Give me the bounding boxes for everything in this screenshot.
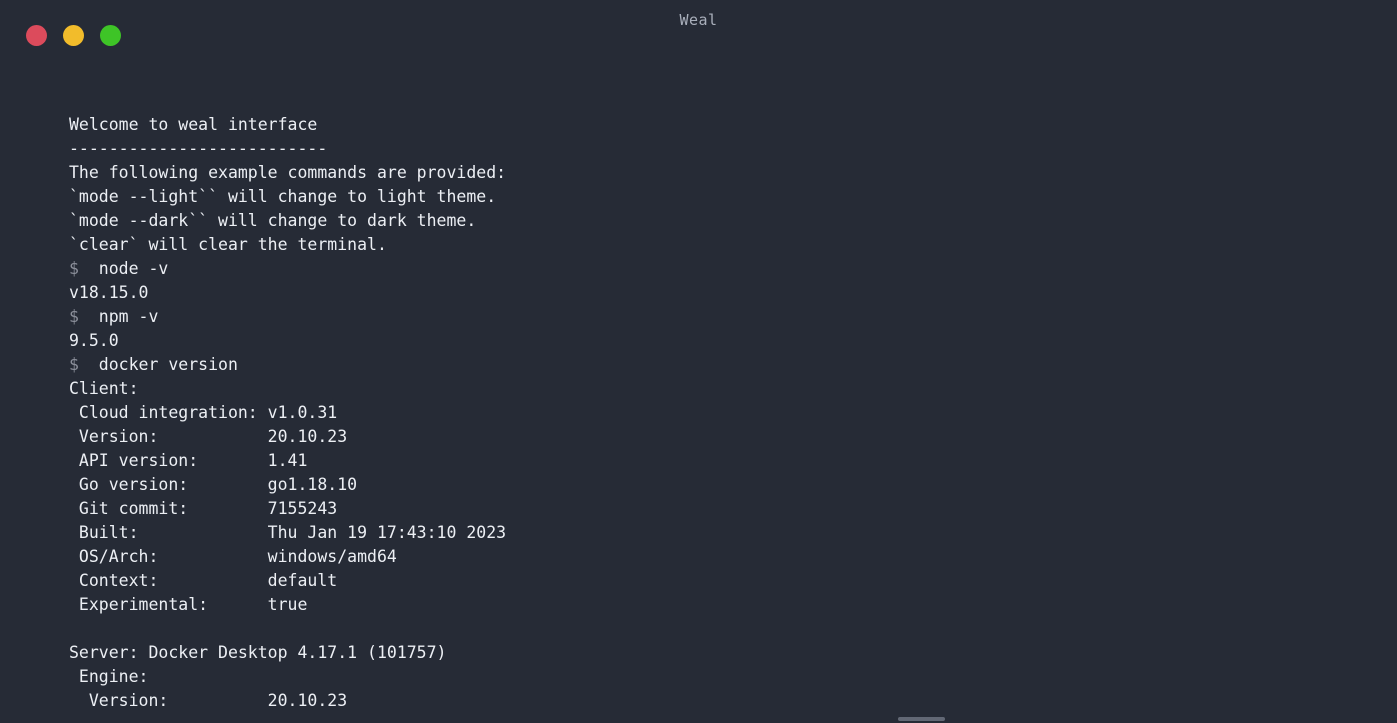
terminal-output-line: Git commit: 7155243 [69,499,338,518]
terminal-output-line: Welcome to weal interface [69,115,318,134]
terminal-output-line: Version: 20.10.23 [69,427,348,446]
terminal-command-text: npm -v [88,307,159,326]
terminal-output-line: API version: 1.41 [69,451,308,470]
prompt-sigil: $ [69,307,89,326]
terminal-output-line: The following example commands are provi… [69,163,507,182]
terminal-output-line: Go version: go1.18.10 [69,475,358,494]
terminal-output-line: Engine: [69,667,149,686]
terminal-output-line: `clear` will clear the terminal. [69,235,387,254]
terminal-command-line: $ npm -v [69,305,506,329]
horizontal-scrollbar[interactable] [0,714,1397,723]
terminal-output-line: `mode --dark`` will change to dark theme… [69,211,477,230]
prompt-sigil: $ [69,259,89,278]
prompt-sigil: $ [69,355,89,374]
terminal-output-line: OS/Arch: windows/amd64 [69,547,397,566]
terminal-output-line: Built: Thu Jan 19 17:43:10 2023 [69,523,507,542]
window-titlebar: Weal [0,0,1397,62]
terminal-output-line: Client: [69,379,139,398]
terminal-command-text: docker version [88,355,238,374]
terminal-output-line: Experimental: true [69,595,308,614]
terminal-command-text: node -v [88,259,169,278]
terminal-output-line: Context: default [69,571,338,590]
terminal-output-line: Cloud integration: v1.0.31 [69,403,338,422]
terminal-command-line: $ node -v [69,257,506,281]
terminal-output-area[interactable]: Welcome to weal interface ---------------… [0,62,1397,723]
terminal-output-line: Server: Docker Desktop 4.17.1 (101757) [69,643,447,662]
horizontal-scrollbar-thumb[interactable] [898,717,945,721]
terminal-output-line: -------------------------- [69,139,328,158]
terminal-output-line: Version: 20.10.23 [69,691,348,710]
terminal-output-line: `mode --light`` will change to light the… [69,187,497,206]
window-title: Weal [679,11,718,29]
terminal-command-line: $ docker version [69,353,506,377]
terminal-window: Weal Welcome to weal interface ----------… [0,0,1397,723]
terminal-line-list: Welcome to weal interface ---------------… [69,113,506,713]
terminal-output-line: 9.5.0 [69,331,119,350]
terminal-output-line: v18.15.0 [69,283,149,302]
